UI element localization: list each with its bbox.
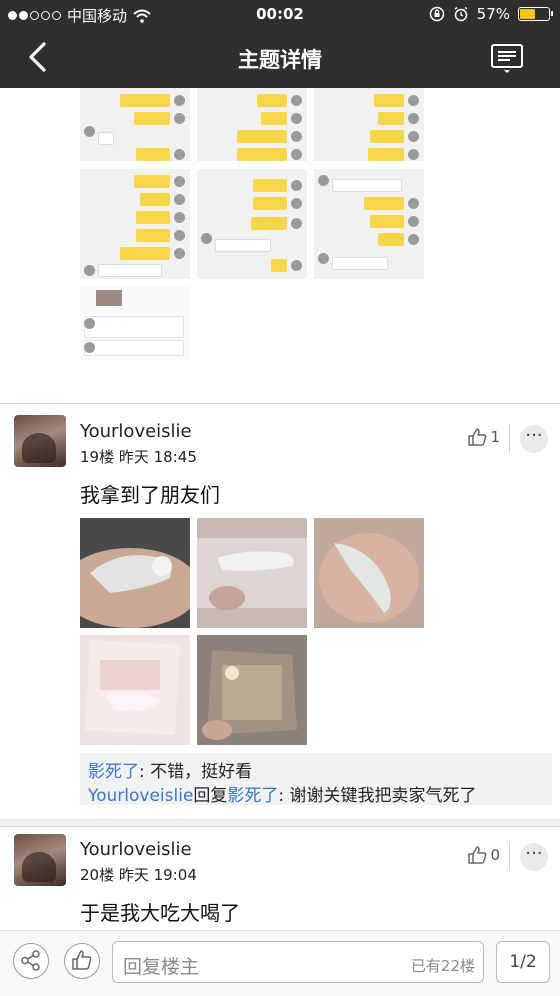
reply-text: : 谢谢关键我把卖家气死了 bbox=[278, 786, 477, 806]
battery-icon bbox=[518, 7, 553, 21]
reply-connector: 回复 bbox=[193, 786, 228, 806]
like-count: 1 bbox=[490, 428, 500, 446]
page-title: 主题详情 bbox=[238, 48, 322, 72]
more-options-button[interactable]: ··· bbox=[520, 843, 548, 871]
like-button[interactable]: 0 bbox=[466, 844, 500, 866]
action-separator bbox=[509, 842, 510, 870]
reply-list: 影死了: 不错，挺好看 Yourloveislie回复影死了: 谢谢关键我把卖家… bbox=[80, 753, 552, 806]
reply-input[interactable]: 回复楼主 已有22楼 bbox=[112, 941, 484, 983]
list-menu-icon[interactable] bbox=[490, 42, 524, 76]
like-count: 0 bbox=[490, 846, 500, 864]
post-username[interactable]: Yourloveislie bbox=[80, 421, 192, 442]
floor-separator bbox=[0, 818, 560, 826]
top-bar: 中国移动 00:02 57% 主题详情 bbox=[0, 0, 560, 88]
floor-number: 20楼 bbox=[80, 866, 115, 884]
post-body: 于是我大吃大喝了 bbox=[80, 901, 240, 925]
more-options-button[interactable]: ··· bbox=[520, 425, 548, 453]
chat-screenshot-7[interactable] bbox=[80, 286, 190, 360]
thumbs-up-icon bbox=[72, 950, 92, 970]
post-photo-1[interactable] bbox=[80, 518, 190, 628]
chat-screenshot-5[interactable] bbox=[197, 169, 307, 279]
reply-item[interactable]: 影死了: 不错，挺好看 bbox=[88, 757, 252, 782]
action-separator bbox=[509, 424, 510, 452]
reply-target[interactable]: 影死了 bbox=[227, 786, 278, 806]
thumbs-up-icon bbox=[468, 846, 487, 864]
avatar[interactable] bbox=[14, 834, 66, 886]
reply-text: : 不错，挺好看 bbox=[139, 762, 253, 782]
post-meta: 19楼 昨天 18:45 bbox=[80, 446, 197, 467]
status-bar: 中国移动 00:02 57% bbox=[0, 0, 560, 30]
reply-item[interactable]: Yourloveislie回复影死了: 谢谢关键我把卖家气死了 bbox=[88, 781, 477, 806]
bottom-bar: 回复楼主 已有22楼 1/2 bbox=[0, 930, 560, 996]
floor-divider bbox=[0, 826, 560, 827]
share-icon bbox=[21, 950, 40, 971]
post-time: 昨天 18:45 bbox=[118, 448, 197, 466]
floor-number: 19楼 bbox=[80, 448, 115, 466]
thread-content: Yourloveislie 19楼 昨天 18:45 1 ··· 我拿到了朋友们… bbox=[0, 88, 560, 930]
post-meta: 20楼 昨天 19:04 bbox=[80, 864, 197, 885]
status-right: 57% bbox=[429, 5, 553, 23]
floor-divider bbox=[0, 403, 560, 404]
screen: { "status_bar": { "carrier": "中国移动", "ti… bbox=[0, 0, 560, 996]
chat-screenshot-1[interactable] bbox=[80, 88, 190, 161]
post-time: 昨天 19:04 bbox=[118, 866, 197, 884]
post-body: 我拿到了朋友们 bbox=[80, 483, 220, 507]
like-button[interactable]: 1 bbox=[466, 426, 500, 448]
like-thread-button[interactable] bbox=[64, 943, 100, 979]
avatar[interactable] bbox=[14, 415, 66, 467]
reply-floor-count: 已有22楼 bbox=[410, 957, 475, 975]
post-photo-4[interactable] bbox=[80, 635, 190, 745]
post-username[interactable]: Yourloveislie bbox=[80, 839, 192, 860]
chat-screenshot-6[interactable] bbox=[314, 169, 424, 279]
reply-placeholder: 回复楼主 bbox=[123, 956, 200, 978]
nav-bar: 主题详情 bbox=[0, 30, 560, 88]
battery-percent: 57% bbox=[476, 5, 510, 23]
page-indicator-button[interactable]: 1/2 bbox=[496, 941, 550, 983]
chat-screenshot-3[interactable] bbox=[314, 88, 424, 161]
reply-author[interactable]: Yourloveislie bbox=[88, 786, 193, 806]
chat-screenshot-4[interactable] bbox=[80, 169, 190, 279]
post-photo-3[interactable] bbox=[314, 518, 424, 628]
share-button[interactable] bbox=[13, 943, 49, 979]
reply-author[interactable]: 影死了 bbox=[88, 762, 139, 782]
chat-screenshot-2[interactable] bbox=[197, 88, 307, 161]
thumbs-up-icon bbox=[468, 428, 487, 446]
post-photo-5[interactable] bbox=[197, 635, 307, 745]
post-photo-2[interactable] bbox=[197, 518, 307, 628]
alarm-icon bbox=[454, 6, 468, 22]
rotation-lock-icon bbox=[429, 6, 444, 22]
